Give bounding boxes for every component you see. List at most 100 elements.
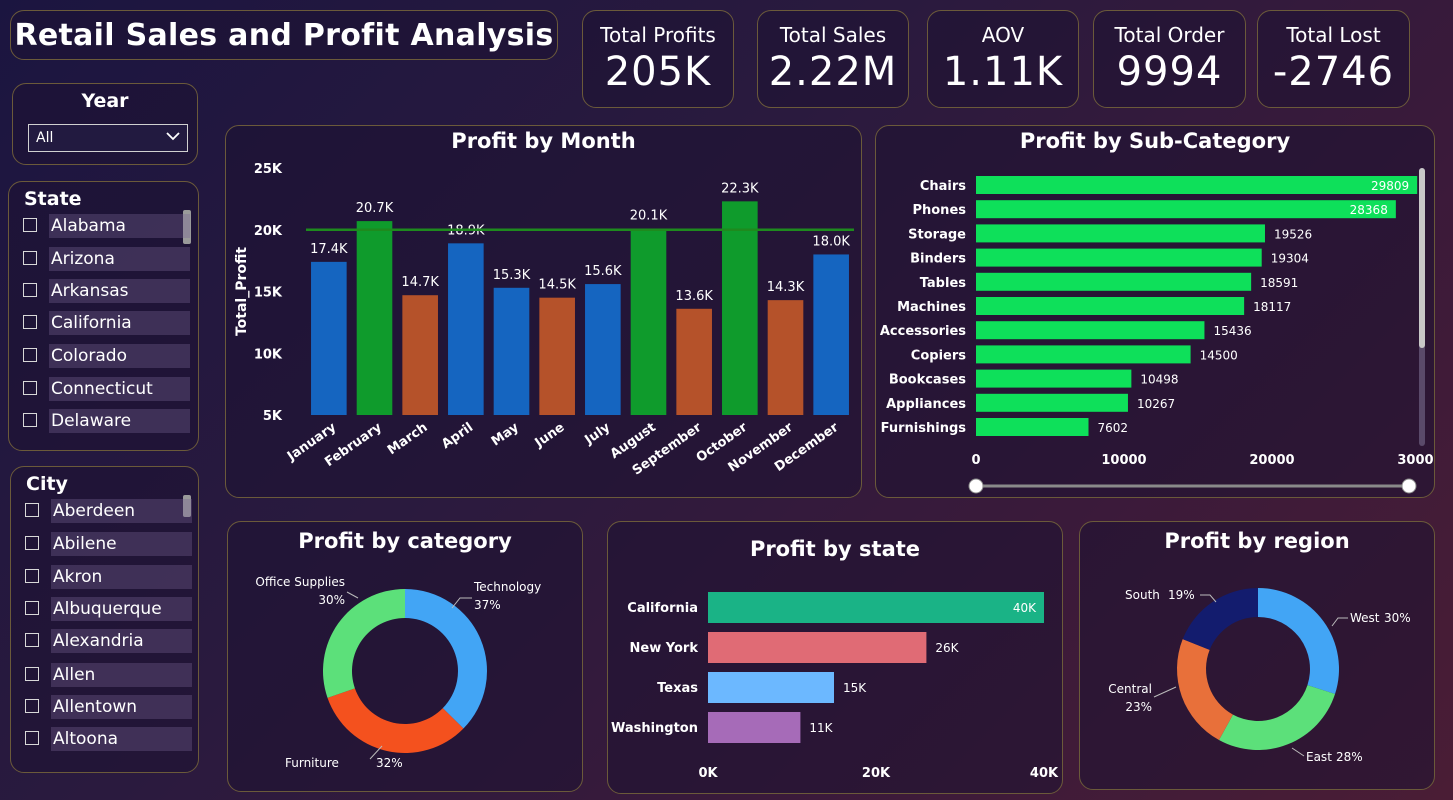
slice-label-value: 30% <box>1384 611 1411 625</box>
checkbox[interactable] <box>25 667 39 681</box>
slice-label-name: East <box>1306 750 1332 764</box>
checkbox[interactable] <box>25 731 39 745</box>
data-label: 14.3K <box>767 280 805 295</box>
data-label: 7602 <box>1098 421 1129 435</box>
city-item[interactable]: Altoona <box>11 726 196 752</box>
city-item-label: Allentown <box>51 695 192 719</box>
checkbox[interactable] <box>23 315 37 329</box>
checkbox[interactable] <box>23 251 37 265</box>
checkbox[interactable] <box>25 699 39 713</box>
bar <box>448 243 484 415</box>
range-slider-handle-min[interactable] <box>968 478 984 494</box>
bar <box>630 228 667 415</box>
state-item-label: Arizona <box>49 247 190 271</box>
slice-label-name: Central <box>1108 682 1152 696</box>
year-slicer: Year All <box>12 83 198 165</box>
state-item-label: Delaware <box>49 409 190 433</box>
leader-line <box>1291 747 1305 757</box>
data-label: 28368 <box>1350 203 1388 217</box>
state-item[interactable]: California <box>9 310 194 336</box>
data-label: 10267 <box>1137 397 1175 411</box>
city-item[interactable]: Aberdeen <box>11 498 196 524</box>
profit-by-state-chart: California 40K New York 26K Texas 15K Washingt… <box>611 592 1059 781</box>
bar <box>767 300 804 415</box>
category-label: Washington <box>611 721 698 736</box>
data-label: 17.4K <box>310 242 348 257</box>
checkbox[interactable] <box>25 569 39 583</box>
checkbox[interactable] <box>25 503 39 517</box>
state-item-label: Alabama <box>49 214 190 238</box>
data-label: 26K <box>935 641 959 655</box>
data-label: 11K <box>809 721 833 735</box>
slice-label-value: 28% <box>1336 750 1363 764</box>
checkbox[interactable] <box>23 348 37 362</box>
city-item-label: Alexandria <box>51 629 192 653</box>
state-item[interactable]: Arkansas <box>9 278 194 304</box>
city-item[interactable]: Allentown <box>11 694 196 720</box>
city-item-label: Akron <box>51 565 192 589</box>
year-slicer-title: Year <box>81 90 129 112</box>
checkbox[interactable] <box>23 413 37 427</box>
y-tick-label: 5K <box>263 409 283 424</box>
profit-by-month-chart: 5K10K15K20K25KTotal_Profit 17.4KJanuary20… <box>234 162 854 479</box>
profit-by-region-panel: Profit by region West 30% East 28% Central 23… <box>1079 521 1435 790</box>
checkbox[interactable] <box>23 283 37 297</box>
kpi-value: -2746 <box>1272 49 1395 95</box>
checkbox[interactable] <box>25 601 39 615</box>
data-label: 10498 <box>1140 373 1178 387</box>
leader-line <box>1331 617 1348 627</box>
x-tick-label: 0K <box>698 766 718 781</box>
bar <box>708 632 927 663</box>
profit-by-month-panel: Profit by Month 5K 10K 15K 20K 25K Total_Prof… <box>225 125 862 498</box>
year-dropdown[interactable]: All <box>28 124 188 152</box>
city-item[interactable]: Albuquerque <box>11 596 196 622</box>
city-item[interactable]: Akron <box>11 564 196 590</box>
year-dropdown-value: All <box>36 130 54 146</box>
state-item[interactable]: Arizona <box>9 246 194 272</box>
data-label: 15436 <box>1213 324 1251 338</box>
state-item-label: Connecticut <box>49 377 190 401</box>
checkbox[interactable] <box>25 633 39 647</box>
city-item-label: Abilene <box>51 532 192 556</box>
bar <box>976 393 1128 412</box>
kpi-label: Total Sales <box>779 23 887 47</box>
checkbox[interactable] <box>23 381 37 395</box>
bar <box>493 287 530 415</box>
checkbox[interactable] <box>23 218 37 232</box>
city-item[interactable]: Alexandria <box>11 628 196 654</box>
range-slider-handle-max[interactable] <box>1401 478 1417 494</box>
city-item[interactable]: Allen <box>11 662 196 688</box>
city-item-label: Altoona <box>51 727 192 751</box>
city-item[interactable]: Abilene <box>11 531 196 557</box>
x-tick-label: 20K <box>862 766 891 781</box>
state-item[interactable]: Colorado <box>9 343 194 369</box>
x-tick-label: July <box>582 420 614 449</box>
category-label: Phones <box>912 203 966 218</box>
state-item-label: California <box>49 311 190 335</box>
slice-label-value: 37% <box>474 598 501 612</box>
bar <box>976 369 1132 388</box>
kpi-value: 1.11K <box>942 49 1064 95</box>
data-label: 40K <box>1013 601 1037 615</box>
profit-by-subcategory-chart: Chairs 29809 Phones 28368 Storage 19526 Binder… <box>880 168 1434 494</box>
data-label: 14500 <box>1200 348 1238 362</box>
category-label: Bookcases <box>889 373 966 388</box>
kpi-total-lost: Total Lost -2746 <box>1257 10 1410 108</box>
data-label: 18.0K <box>812 234 850 249</box>
data-label: 20.7K <box>356 201 394 216</box>
y-axis-title: Total_Profit <box>234 247 250 336</box>
state-item[interactable]: Delaware <box>9 408 194 434</box>
slice-label-name: South <box>1125 588 1160 602</box>
bar <box>976 272 1252 291</box>
checkbox[interactable] <box>25 536 39 550</box>
data-label: 18117 <box>1253 300 1291 314</box>
kpi-value: 205K <box>604 49 712 95</box>
leader-line <box>346 591 359 599</box>
state-item[interactable]: Alabama <box>9 213 194 239</box>
profit-by-subcategory-panel: Profit by Sub-Category Chairs 29809 Phones… <box>875 125 1435 498</box>
bar <box>976 345 1191 364</box>
bar <box>539 297 575 415</box>
kpi-label: Total Lost <box>1286 23 1381 47</box>
state-item[interactable]: Connecticut <box>9 376 194 402</box>
slice-label-name: Technology <box>473 580 541 594</box>
